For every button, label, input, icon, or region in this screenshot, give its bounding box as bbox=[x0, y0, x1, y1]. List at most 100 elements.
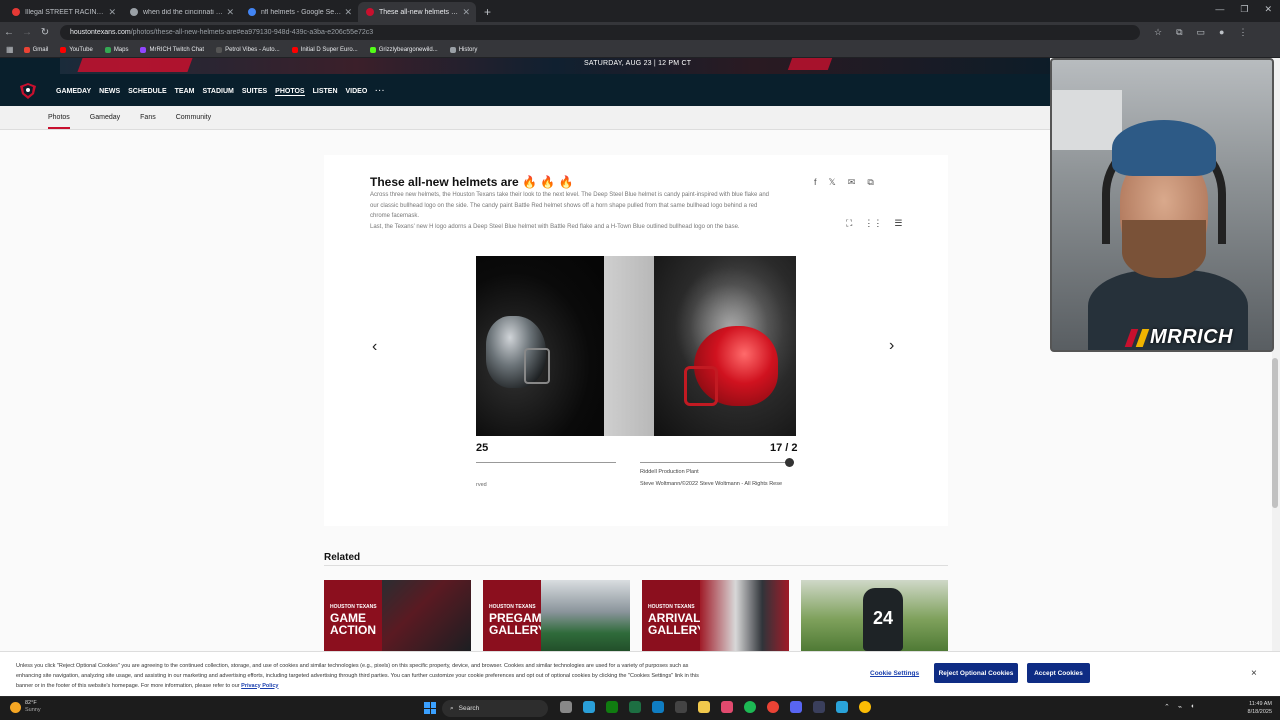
url-path: /photos/these-all-new-helmets-are#ea9791… bbox=[130, 28, 374, 36]
extensions-icon[interactable]: ⧉ bbox=[1176, 27, 1182, 38]
bookmark-item[interactable]: History bbox=[449, 46, 477, 53]
bookmark-item[interactable]: Gmail bbox=[23, 46, 48, 53]
related-card-practice[interactable]: 24 bbox=[801, 580, 948, 651]
task-view-icon[interactable] bbox=[560, 701, 572, 713]
bookmark-item[interactable]: Initial D Super Euro... bbox=[291, 46, 358, 53]
promo-banner[interactable] bbox=[60, 58, 1050, 74]
nav-item-listen[interactable]: LISTEN bbox=[313, 88, 338, 96]
facebook-icon[interactable]: f bbox=[814, 177, 817, 188]
close-window-icon[interactable]: ✕ bbox=[1264, 4, 1272, 15]
gallery-title: These all-new helmets are 🔥 🔥 🔥 bbox=[370, 175, 574, 189]
weather-widget[interactable]: 82°F Sunny bbox=[10, 700, 41, 714]
close-icon[interactable]: ✕ bbox=[344, 7, 352, 18]
nav-item-team[interactable]: TEAM bbox=[175, 88, 195, 96]
browser-tab[interactable]: when did the cincinnati bengals ✕ bbox=[122, 2, 240, 22]
scroll-thumb[interactable] bbox=[1272, 358, 1278, 508]
browser-tab[interactable]: These all-new helmets are 🔥🔥✕ bbox=[358, 2, 476, 22]
chevron-up-icon[interactable]: ⌃ bbox=[1164, 703, 1170, 711]
profile-icon[interactable]: ● bbox=[1219, 27, 1224, 38]
chrome-alt-icon[interactable] bbox=[859, 701, 871, 713]
fullscreen-icon[interactable]: ⛶ bbox=[846, 218, 852, 229]
reject-cookies-button[interactable]: Reject Optional Cookies bbox=[934, 663, 1018, 683]
extension-icons: ☆ ⧉ ▭ ● ⋮ bbox=[1154, 27, 1247, 38]
bookmark-label: Maps bbox=[113, 46, 129, 53]
card-kicker: HOUSTON TEXANS bbox=[330, 604, 377, 610]
slide-caption: rved bbox=[476, 482, 487, 488]
close-icon[interactable]: × bbox=[1251, 668, 1257, 679]
related-card-pregame-gallery[interactable]: HOUSTON TEXANS PREGAME GALLERY bbox=[483, 580, 630, 651]
taskbar-clock[interactable]: 11:49 AM 8/18/2025 bbox=[1232, 700, 1272, 716]
nav-item-news[interactable]: NEWS bbox=[99, 88, 120, 96]
subnav-item-fans[interactable]: Fans bbox=[140, 114, 156, 121]
network-icon[interactable]: ⌁ bbox=[1178, 703, 1182, 711]
privacy-policy-link[interactable]: Privacy Policy bbox=[241, 683, 278, 689]
accept-cookies-button[interactable]: Accept Cookies bbox=[1027, 663, 1090, 683]
obs-icon[interactable] bbox=[813, 701, 825, 713]
subnav-item-photos[interactable]: Photos bbox=[48, 114, 70, 129]
menu-icon[interactable]: ⋮ bbox=[1238, 27, 1247, 38]
file-explorer-icon[interactable] bbox=[698, 701, 710, 713]
reload-icon[interactable]: ↻ bbox=[36, 27, 54, 38]
nav-item-stadium[interactable]: STADIUM bbox=[203, 88, 234, 96]
nav-more-button[interactable]: ··· bbox=[375, 88, 385, 96]
texans-logo[interactable] bbox=[18, 82, 38, 100]
cookie-settings-link[interactable]: Cookie Settings bbox=[870, 670, 919, 677]
card-photo bbox=[541, 580, 630, 651]
calculator-icon[interactable] bbox=[675, 701, 687, 713]
apps-grid-icon[interactable]: ▦ bbox=[6, 45, 14, 54]
related-card-arrival-gallery[interactable]: HOUSTON TEXANS ARRIVAL GALLERY bbox=[642, 580, 789, 651]
card-title: PREGAME GALLERY bbox=[489, 611, 550, 637]
prev-slide-button[interactable]: ‹ bbox=[372, 338, 377, 356]
cast-icon[interactable]: ▭ bbox=[1197, 27, 1206, 38]
spotify-icon[interactable] bbox=[744, 701, 756, 713]
grid-view-icon[interactable]: ⋮⋮ bbox=[864, 218, 882, 229]
nav-item-photos[interactable]: PHOTOS bbox=[275, 88, 305, 96]
list-view-icon[interactable]: ☰ bbox=[894, 218, 902, 229]
email-icon[interactable]: ✉ bbox=[848, 177, 856, 188]
tab-title: These all-new helmets are 🔥🔥 bbox=[379, 9, 468, 16]
subnav-item-gameday[interactable]: Gameday bbox=[90, 114, 120, 121]
minimize-icon[interactable]: — bbox=[1215, 4, 1224, 15]
music-icon[interactable] bbox=[721, 701, 733, 713]
bookmark-item[interactable]: Petrol Vibes - Auto... bbox=[216, 46, 280, 53]
subnav-item-community[interactable]: Community bbox=[176, 114, 211, 121]
xbox-icon[interactable] bbox=[606, 701, 618, 713]
copy-link-icon[interactable]: ⧉ bbox=[867, 177, 873, 188]
browser-tab[interactable]: nfl helmets - Google Search ✕ bbox=[240, 2, 358, 22]
edge-icon[interactable] bbox=[583, 701, 595, 713]
chrome-icon[interactable] bbox=[767, 701, 779, 713]
nav-item-gameday[interactable]: GAMEDAY bbox=[56, 88, 91, 96]
nav-item-schedule[interactable]: SCHEDULE bbox=[128, 88, 167, 96]
forward-icon[interactable]: → bbox=[18, 27, 36, 38]
next-slide-button[interactable]: › bbox=[889, 338, 901, 354]
telegram-icon[interactable] bbox=[836, 701, 848, 713]
gallery-slide-previous[interactable] bbox=[476, 256, 604, 436]
slide-divider bbox=[604, 256, 654, 436]
nav-item-video[interactable]: VIDEO bbox=[346, 88, 368, 96]
discord-icon[interactable] bbox=[790, 701, 802, 713]
taskbar-search[interactable]: ⌕ Search bbox=[442, 700, 548, 717]
nav-item-suites[interactable]: SUITES bbox=[242, 88, 267, 96]
edge-browser-icon[interactable] bbox=[652, 701, 664, 713]
back-icon[interactable]: ← bbox=[0, 27, 18, 38]
bookmark-item[interactable]: Maps bbox=[104, 46, 129, 53]
windows-start-icon[interactable] bbox=[424, 702, 436, 714]
bookmark-star-icon[interactable]: ☆ bbox=[1154, 27, 1162, 38]
close-icon[interactable]: ✕ bbox=[108, 7, 116, 18]
slide-caption-credit: Steve Woltmann/©2022 Steve Woltmann - Al… bbox=[640, 481, 783, 487]
expand-caption-button[interactable] bbox=[785, 458, 794, 467]
volume-icon[interactable]: ◖ bbox=[1190, 703, 1194, 711]
new-tab-button[interactable]: + bbox=[476, 2, 499, 22]
related-card-game-action[interactable]: HOUSTON TEXANS GAME ACTION bbox=[324, 580, 471, 651]
bookmark-item[interactable]: Grizzlybeargonewild... bbox=[369, 46, 438, 53]
maximize-icon[interactable]: ❐ bbox=[1240, 4, 1248, 15]
browser-tab[interactable]: Illegal STREET RACING in JAPAN✕ bbox=[4, 2, 122, 22]
gallery-slide-current[interactable] bbox=[654, 256, 796, 436]
bookmark-item[interactable]: YouTube bbox=[60, 46, 93, 53]
x-twitter-icon[interactable]: 𝕏 bbox=[829, 177, 836, 188]
excel-icon[interactable] bbox=[629, 701, 641, 713]
close-icon[interactable]: ✕ bbox=[462, 7, 470, 18]
url-input[interactable]: houstontexans.com/photos/these-all-new-h… bbox=[60, 24, 1140, 40]
close-icon[interactable]: ✕ bbox=[226, 7, 234, 18]
bookmark-item[interactable]: MrRICH Twitch Chat bbox=[140, 46, 204, 53]
